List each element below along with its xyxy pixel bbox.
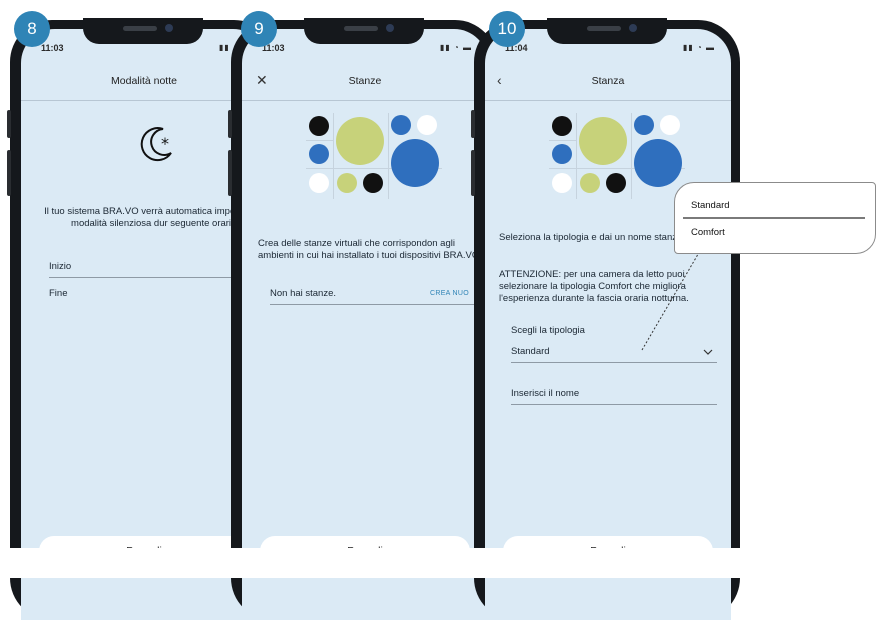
dropdown-option-comfort[interactable]: Comfort — [691, 227, 725, 238]
type-dropdown-popup: Standard Comfort — [674, 182, 876, 254]
dropdown-option-standard[interactable]: Standard — [691, 200, 730, 211]
callout-connector — [641, 243, 705, 351]
